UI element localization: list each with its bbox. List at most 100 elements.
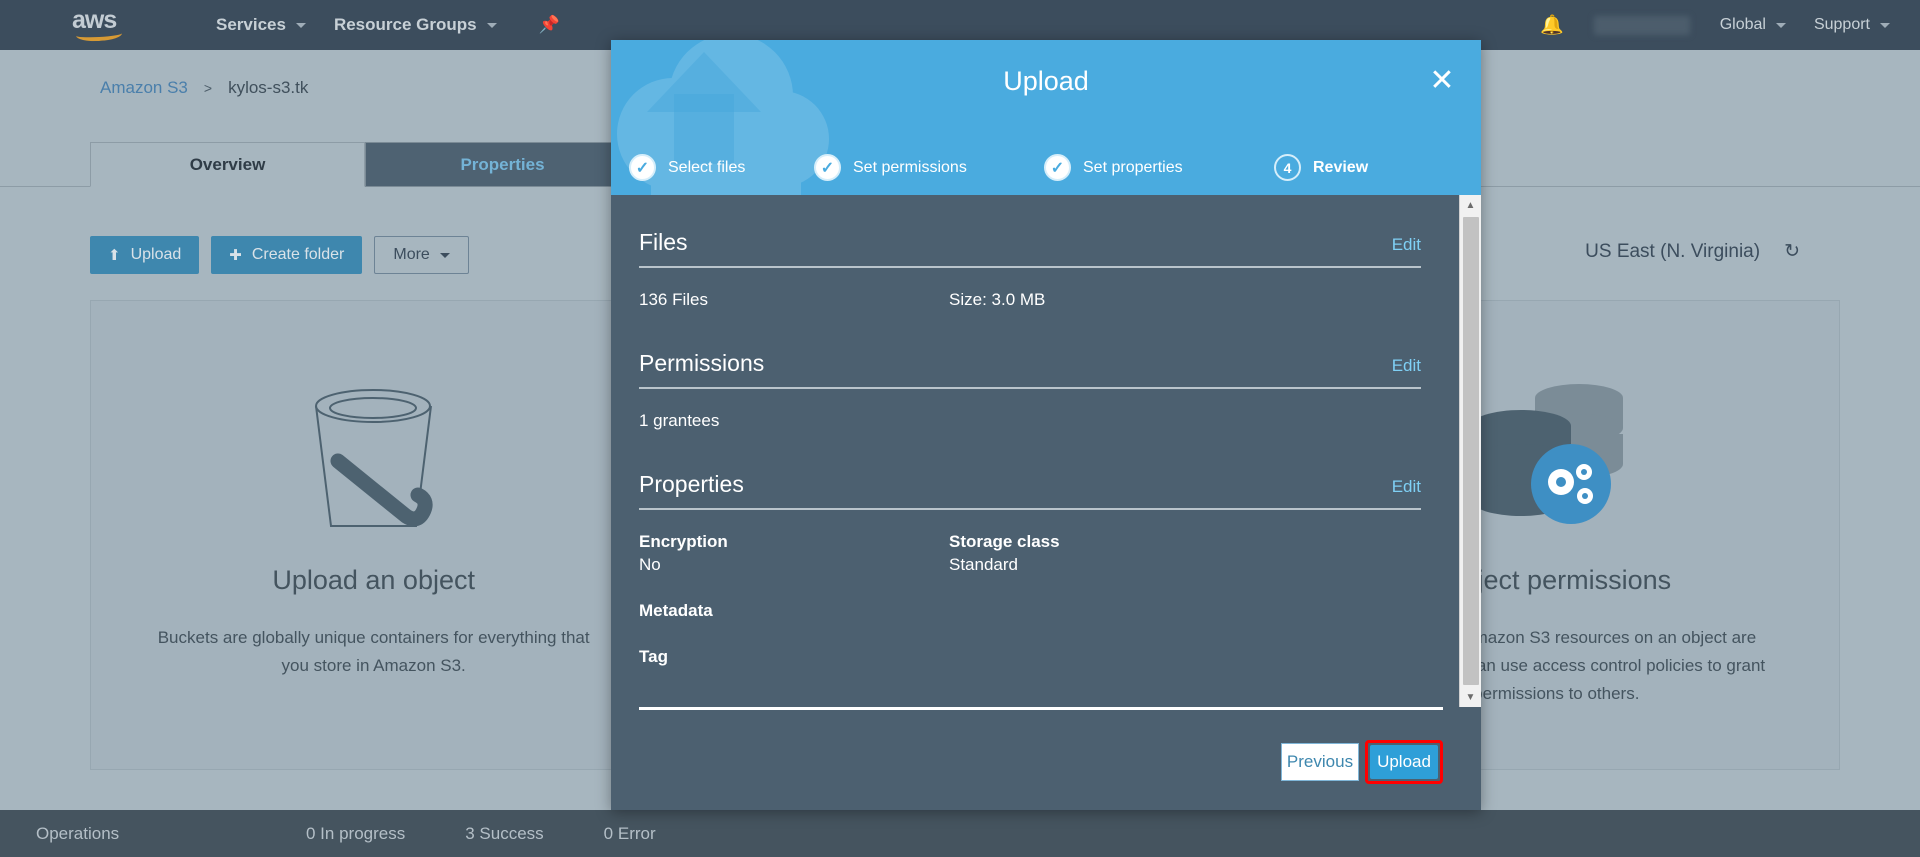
database-gears-illustration <box>1461 371 1651 541</box>
bell-icon[interactable]: 🔔 <box>1526 13 1578 37</box>
nav-support-label: Support <box>1813 16 1870 33</box>
account-name-redacted[interactable] <box>1593 15 1690 35</box>
operations-label[interactable]: Operations <box>36 824 306 844</box>
storage-class-value: Standard <box>949 555 1018 574</box>
tab-overview[interactable]: Overview <box>90 142 365 187</box>
operations-status-bar: Operations 0 In progress 3 Success 0 Err… <box>0 810 1920 857</box>
encryption-field: Encryption No <box>639 532 949 575</box>
s3-console-page: aws Services Resource Groups 📌 🔔 Global … <box>0 0 1920 857</box>
upload-icon: ⬆ <box>108 247 121 264</box>
upload-button[interactable]: ⬆ Upload <box>90 236 200 274</box>
plus-icon: ✚ <box>229 247 242 264</box>
bucket-toolbar: ⬆ Upload ✚ Create folder More <box>90 236 469 274</box>
encryption-value: No <box>639 555 661 574</box>
scrollbar-thumb[interactable] <box>1462 217 1479 685</box>
footer-actions: Previous Upload <box>639 740 1443 784</box>
region-selector: US East (N. Virginia) ↻ <box>1585 240 1800 263</box>
breadcrumb-separator: > <box>203 80 213 96</box>
aws-smile-icon <box>75 26 123 43</box>
card-text: Buckets are globally unique containers f… <box>157 628 590 675</box>
files-count: 136 Files <box>639 290 708 309</box>
upload-modal-title: Upload <box>1003 66 1089 96</box>
metadata-label: Metadata <box>639 601 713 620</box>
scroll-up-icon[interactable]: ▲ <box>1460 195 1482 215</box>
permissions-section-title: Permissions <box>639 350 765 376</box>
review-content: Files Edit 136 Files Size: 3.0 MB Permis… <box>611 195 1459 707</box>
chevron-down-icon <box>439 252 450 258</box>
nav-resource-groups-label: Resource Groups <box>333 15 477 34</box>
chevron-down-icon <box>1775 22 1786 28</box>
files-section-header: Files Edit <box>639 229 1421 268</box>
files-edit-link[interactable]: Edit <box>1392 235 1421 255</box>
files-section-title: Files <box>639 229 688 255</box>
status-success: 3 Success <box>465 823 544 843</box>
step-set-permissions[interactable]: ✓ Set permissions <box>814 154 1044 181</box>
step-set-permissions-label: Set permissions <box>853 158 967 176</box>
upload-modal-header: Upload ✕ ✓ Select files ✓ Set permission… <box>611 40 1481 195</box>
chevron-down-icon <box>486 22 497 28</box>
status-in-progress: 0 In progress <box>306 823 406 843</box>
scroll-down-icon[interactable]: ▼ <box>1460 687 1482 707</box>
card-upload-an-object: Upload an object Buckets are globally un… <box>90 300 658 770</box>
step-set-properties[interactable]: ✓ Set properties <box>1044 154 1274 181</box>
modal-upload-button[interactable]: Upload <box>1370 745 1438 779</box>
region-label[interactable]: US East (N. Virginia) <box>1585 241 1760 263</box>
modal-scrollbar[interactable]: ▲ ▼ <box>1459 195 1481 707</box>
upload-button-highlight: Upload <box>1365 740 1443 784</box>
files-size: Size: 3.0 MB <box>949 290 1046 309</box>
upload-modal: Upload ✕ ✓ Select files ✓ Set permission… <box>611 40 1481 810</box>
step-number-badge: 4 <box>1274 154 1301 181</box>
storage-class-label: Storage class <box>949 532 1060 551</box>
upload-modal-footer: Previous Upload <box>611 707 1481 810</box>
more-dropdown-button[interactable]: More <box>374 236 469 274</box>
step-select-files-label: Select files <box>668 158 746 176</box>
tab-properties[interactable]: Properties <box>365 142 640 187</box>
step-review-label: Review <box>1313 158 1369 176</box>
nav-services-label: Services <box>216 15 286 34</box>
permissions-grantees: 1 grantees <box>639 411 720 430</box>
nav-global-label: Global <box>1719 16 1766 33</box>
tag-label: Tag <box>639 647 668 666</box>
nav-resource-groups[interactable]: Resource Groups <box>320 0 511 50</box>
chevron-down-icon <box>1880 22 1890 28</box>
card-title: Upload an object <box>272 565 475 595</box>
properties-section-header: Properties Edit <box>639 471 1421 510</box>
breadcrumb: Amazon S3 > kylos-s3.tk <box>100 78 308 98</box>
properties-edit-link[interactable]: Edit <box>1392 477 1421 497</box>
bucket-tabs: Overview Properties <box>90 142 640 187</box>
nav-services[interactable]: Services <box>202 0 320 50</box>
tab-properties-label: Properties <box>460 154 545 174</box>
upload-button-label: Upload <box>130 246 182 263</box>
aws-logo[interactable]: aws <box>72 8 134 43</box>
encryption-label: Encryption <box>639 532 728 551</box>
upload-wizard-steps: ✓ Select files ✓ Set permissions ✓ Set p… <box>611 154 1481 181</box>
check-icon: ✓ <box>814 154 841 181</box>
status-error: 0 Error <box>603 823 656 843</box>
previous-button[interactable]: Previous <box>1281 743 1359 781</box>
nav-support[interactable]: Support <box>1800 0 1904 50</box>
check-icon: ✓ <box>629 154 656 181</box>
properties-section-body: Encryption No Storage class Standard <box>639 532 1421 575</box>
bucket-illustration <box>286 371 461 541</box>
breadcrumb-amazon-s3[interactable]: Amazon S3 <box>100 78 188 98</box>
storage-class-field: Storage class Standard <box>949 532 1060 575</box>
permissions-edit-link[interactable]: Edit <box>1392 356 1421 376</box>
more-button-label: More <box>393 246 430 263</box>
close-icon[interactable]: ✕ <box>1425 66 1459 100</box>
create-folder-button[interactable]: ✚ Create folder <box>211 236 363 274</box>
step-select-files[interactable]: ✓ Select files <box>629 154 814 181</box>
step-set-properties-label: Set properties <box>1083 158 1183 176</box>
properties-section-title: Properties <box>639 471 744 497</box>
permissions-section-header: Permissions Edit <box>639 350 1421 389</box>
step-review[interactable]: 4 Review <box>1274 154 1368 181</box>
chevron-down-icon <box>295 22 306 28</box>
pin-icon[interactable]: 📌 <box>539 15 560 35</box>
nav-global-region[interactable]: Global <box>1706 0 1800 50</box>
breadcrumb-current-bucket: kylos-s3.tk <box>228 78 309 97</box>
upload-modal-body: Files Edit 136 Files Size: 3.0 MB Permis… <box>611 195 1481 707</box>
footer-divider <box>639 707 1443 710</box>
refresh-icon[interactable]: ↻ <box>1784 240 1800 263</box>
check-icon: ✓ <box>1044 154 1071 181</box>
